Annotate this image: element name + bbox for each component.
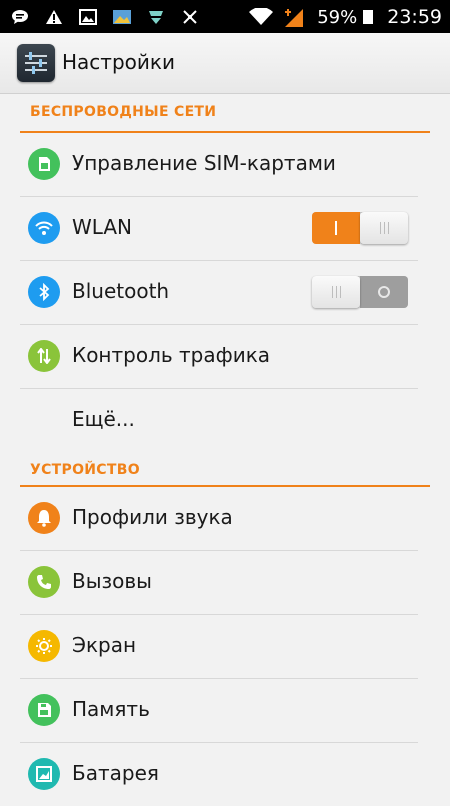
section-header-device: УСТРОЙСТВО: [20, 452, 430, 487]
settings-item-bluetooth[interactable]: Bluetooth: [20, 261, 418, 325]
sim-card-icon: [28, 148, 60, 180]
traffic-icon: [28, 340, 60, 372]
toggle-off-indicator: [360, 276, 408, 308]
chat-icon: [10, 8, 30, 26]
settings-item-label: Память: [72, 697, 150, 721]
toggle-knob[interactable]: [360, 212, 408, 244]
shield-icon: [146, 8, 166, 26]
settings-app-icon[interactable]: [17, 44, 55, 82]
bell-icon: [28, 502, 60, 534]
settings-item-display[interactable]: Экран: [20, 615, 418, 679]
toggle-knob[interactable]: [312, 276, 360, 308]
bluetooth-toggle[interactable]: [312, 276, 408, 308]
status-bar: 59% 23:59: [0, 0, 450, 33]
toggle-on-indicator: [312, 212, 360, 244]
settings-item-label: Bluetooth: [72, 279, 170, 303]
usb-debug-icon: [180, 8, 200, 26]
warning-icon: [44, 8, 64, 26]
section-title: БЕСПРОВОДНЫЕ СЕТИ: [30, 104, 217, 120]
settings-list: БЕСПРОВОДНЫЕ СЕТИ Управление SIM-картами…: [0, 94, 450, 806]
phone-icon: [28, 566, 60, 598]
settings-item-label: Профили звука: [72, 505, 233, 529]
settings-item-sound-profiles[interactable]: Профили звука: [20, 487, 418, 551]
wifi-icon: [249, 8, 274, 26]
storage-icon: [28, 694, 60, 726]
settings-item-label: Вызовы: [72, 569, 152, 593]
bluetooth-icon: [28, 276, 60, 308]
settings-item-sim[interactable]: Управление SIM-картами: [20, 133, 418, 197]
gallery-icon: [112, 8, 132, 26]
settings-item-storage[interactable]: Память: [20, 679, 418, 743]
status-icons: 59% 23:59: [249, 4, 442, 30]
settings-item-label: Батарея: [72, 761, 159, 785]
brightness-icon: [28, 630, 60, 662]
settings-item-label: Ещё...: [72, 407, 135, 431]
section-header-wireless: БЕСПРОВОДНЫЕ СЕТИ: [20, 94, 430, 133]
battery-icon: [363, 10, 374, 24]
image-icon: [78, 8, 98, 26]
settings-item-battery[interactable]: Батарея: [20, 743, 418, 806]
battery-percent: 59%: [317, 6, 358, 28]
signal-icon: [283, 7, 305, 27]
battery-stats-icon: [28, 758, 60, 790]
settings-item-wlan[interactable]: WLAN: [20, 197, 418, 261]
settings-item-label: Контроль трафика: [72, 343, 271, 367]
settings-item-more[interactable]: Ещё...: [20, 389, 418, 452]
settings-item-traffic[interactable]: Контроль трафика: [20, 325, 418, 389]
section-title: УСТРОЙСТВО: [30, 462, 140, 478]
clock: 23:59: [387, 6, 442, 28]
wlan-toggle[interactable]: [312, 212, 408, 244]
wifi-icon: [28, 212, 60, 244]
settings-item-label: Управление SIM-картами: [72, 151, 336, 175]
settings-item-label: WLAN: [72, 215, 133, 239]
action-bar: Настройки: [0, 33, 450, 94]
page-title: Настройки: [62, 50, 175, 74]
settings-item-calls[interactable]: Вызовы: [20, 551, 418, 615]
settings-item-label: Экран: [72, 633, 137, 657]
notification-icons: [10, 6, 200, 28]
